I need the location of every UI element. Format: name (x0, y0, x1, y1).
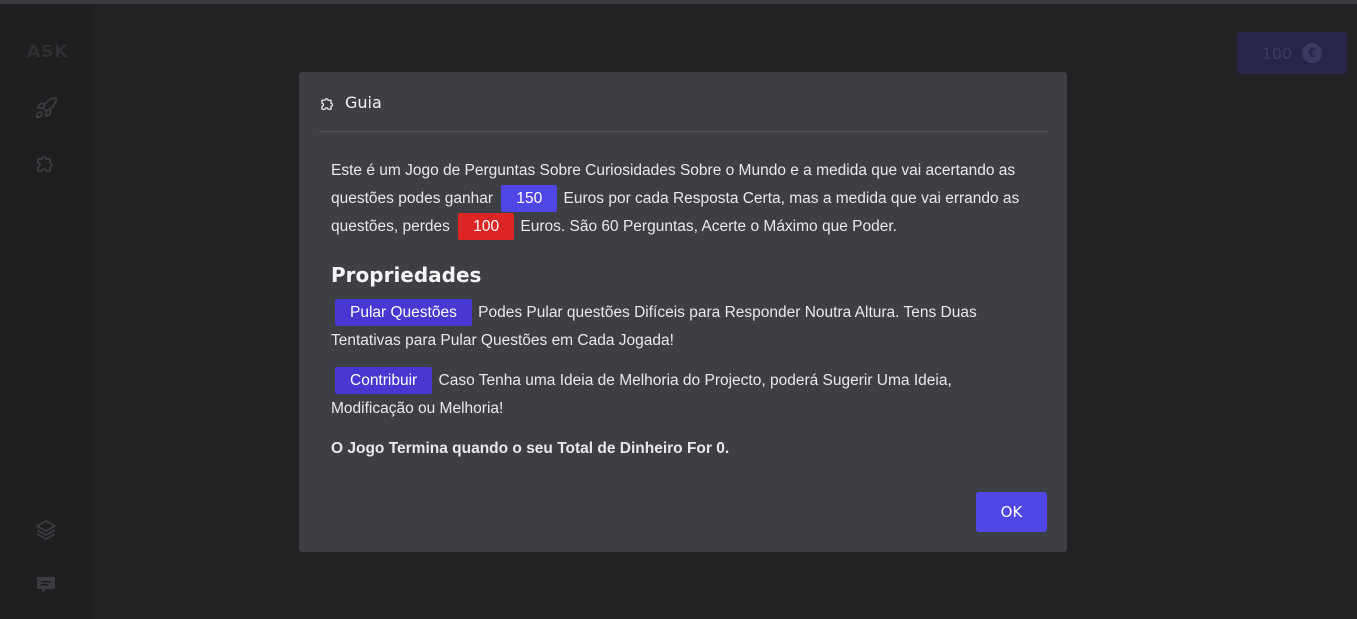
modal-title: Guia (345, 93, 382, 112)
money-badge[interactable]: 100 € (1237, 32, 1347, 74)
money-value: 100 (1261, 43, 1293, 63)
contribute-paragraph: Contribuir Caso Tenha uma Ideia de Melho… (331, 367, 1021, 423)
loss-badge: 100 (458, 213, 515, 241)
rocket-icon[interactable] (34, 96, 58, 120)
app-logo[interactable]: ASK (27, 42, 69, 62)
euro-icon: € (1302, 43, 1323, 63)
skip-paragraph: Pular Questões Podes Pular questões Difí… (331, 299, 1021, 355)
ok-button[interactable]: OK (976, 492, 1047, 532)
puzzle-icon[interactable] (34, 152, 58, 176)
puzzle-icon (321, 98, 334, 110)
contribute-badge: Contribuir (335, 367, 433, 395)
modal-header: Guia (319, 92, 1047, 132)
ending-text: O Jogo Termina quando o seu Total de Din… (331, 440, 730, 457)
modal-body: Este é um Jogo de Perguntas Sobre Curios… (331, 157, 1021, 475)
intro-paragraph: Este é um Jogo de Perguntas Sobre Curios… (331, 157, 1021, 241)
properties-heading: Propriedades (331, 263, 482, 287)
guide-modal: Guia Este é um Jogo de Perguntas Sobre C… (299, 72, 1067, 552)
gain-badge: 150 (501, 185, 558, 213)
sidebar: ASK (0, 4, 94, 619)
top-border (0, 0, 1357, 4)
layers-icon[interactable] (34, 518, 58, 542)
chat-icon[interactable] (34, 573, 58, 597)
intro-text-3: Euros. São 60 Perguntas, Acerte o Máximo… (520, 218, 897, 235)
skip-badge: Pular Questões (335, 299, 472, 327)
